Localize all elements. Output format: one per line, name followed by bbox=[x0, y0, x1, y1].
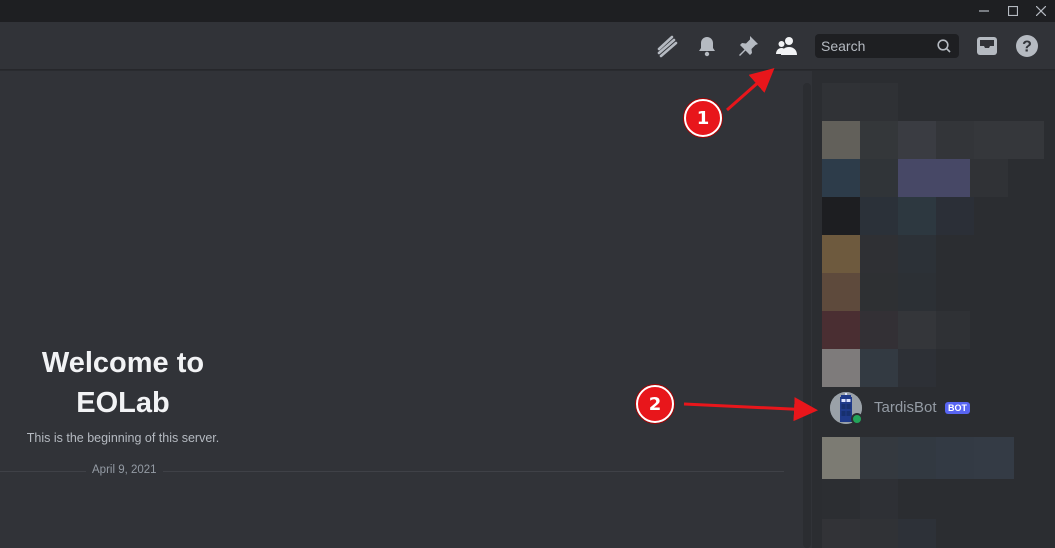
annotation-badge-1: 1 bbox=[684, 99, 722, 137]
close-window-button[interactable] bbox=[1027, 0, 1055, 22]
blurred-member-name bbox=[860, 235, 898, 273]
close-icon bbox=[1036, 6, 1046, 16]
blurred-member-avatar bbox=[822, 197, 860, 235]
welcome-subtitle: This is the beginning of this server. bbox=[26, 431, 220, 445]
svg-text:?: ? bbox=[1022, 39, 1032, 56]
member-name: TardisBot bbox=[874, 399, 937, 416]
maximize-icon bbox=[1008, 6, 1018, 16]
blurred-member-name bbox=[898, 197, 936, 235]
online-status-indicator bbox=[851, 413, 863, 425]
blurred-member-name bbox=[860, 479, 898, 519]
welcome-title-line1: Welcome to bbox=[41, 347, 205, 379]
blurred-member-name bbox=[898, 311, 936, 349]
pin-icon bbox=[739, 36, 758, 56]
search-icon bbox=[937, 39, 951, 53]
member-list-toggle-button[interactable] bbox=[775, 34, 799, 58]
inbox-icon bbox=[977, 37, 997, 55]
threads-icon bbox=[657, 35, 678, 58]
blurred-member-avatar bbox=[822, 159, 860, 197]
welcome-title-line2: EOLab bbox=[76, 387, 170, 419]
pinned-messages-button[interactable] bbox=[736, 34, 760, 58]
blurred-member-avatar bbox=[822, 349, 860, 387]
search-box[interactable] bbox=[815, 34, 959, 58]
blurred-member-name bbox=[936, 197, 974, 235]
blurred-member-name bbox=[860, 121, 898, 159]
blurred-member-avatar bbox=[822, 83, 860, 121]
bell-icon bbox=[699, 37, 715, 57]
blurred-member-name bbox=[936, 311, 970, 349]
blurred-member-name bbox=[860, 519, 898, 548]
maximize-button[interactable] bbox=[999, 0, 1027, 22]
blurred-member-name bbox=[860, 311, 898, 349]
member-list bbox=[812, 71, 1055, 548]
blurred-member-avatar bbox=[822, 121, 860, 159]
blurred-member-avatar bbox=[822, 479, 860, 519]
members-icon bbox=[776, 37, 797, 55]
blurred-member-avatar bbox=[822, 437, 860, 479]
minimize-button[interactable] bbox=[970, 0, 998, 22]
search-input[interactable] bbox=[815, 34, 933, 58]
blurred-member-name bbox=[860, 83, 898, 121]
help-icon: ? bbox=[1016, 35, 1038, 57]
date-divider-label: April 9, 2021 bbox=[86, 464, 163, 476]
blurred-member-name bbox=[898, 519, 936, 548]
blurred-member-name bbox=[898, 273, 936, 311]
blurred-member-avatar bbox=[822, 235, 860, 273]
blurred-member-name bbox=[898, 235, 936, 273]
bot-badge: BOT bbox=[945, 402, 970, 414]
blurred-member-name bbox=[936, 121, 974, 159]
blurred-member-avatar bbox=[822, 273, 860, 311]
blurred-member-name bbox=[860, 159, 898, 197]
chat-area: Welcome to EOLab This is the beginning o… bbox=[0, 71, 800, 548]
blurred-member-name bbox=[898, 159, 970, 197]
blurred-member-name bbox=[974, 121, 1044, 159]
annotation-badge-2: 2 bbox=[636, 385, 674, 423]
blurred-member-name bbox=[898, 437, 936, 479]
minimize-icon bbox=[979, 10, 989, 12]
chat-scrollbar[interactable] bbox=[803, 83, 811, 548]
inbox-button[interactable] bbox=[975, 34, 999, 58]
blurred-member-name bbox=[974, 437, 1014, 479]
blurred-member-avatar bbox=[822, 519, 860, 548]
channel-header: ? bbox=[0, 22, 1055, 70]
blurred-member-name bbox=[936, 437, 974, 479]
help-button[interactable]: ? bbox=[1015, 34, 1039, 58]
blurred-member-name bbox=[860, 197, 898, 235]
blurred-member-name bbox=[860, 437, 898, 479]
notification-settings-button[interactable] bbox=[695, 34, 719, 58]
threads-button[interactable] bbox=[655, 34, 679, 58]
member-item-tardisbot[interactable]: TardisBot BOT bbox=[830, 392, 1030, 426]
blurred-member-name bbox=[970, 159, 1008, 197]
blurred-member-name bbox=[860, 349, 898, 387]
welcome-title: Welcome to EOLab bbox=[18, 343, 228, 423]
blurred-member-name bbox=[898, 121, 936, 159]
blurred-member-name bbox=[860, 273, 898, 311]
blurred-member-name bbox=[898, 349, 936, 387]
blurred-member-avatar bbox=[822, 311, 860, 349]
window-titlebar bbox=[0, 0, 1055, 22]
